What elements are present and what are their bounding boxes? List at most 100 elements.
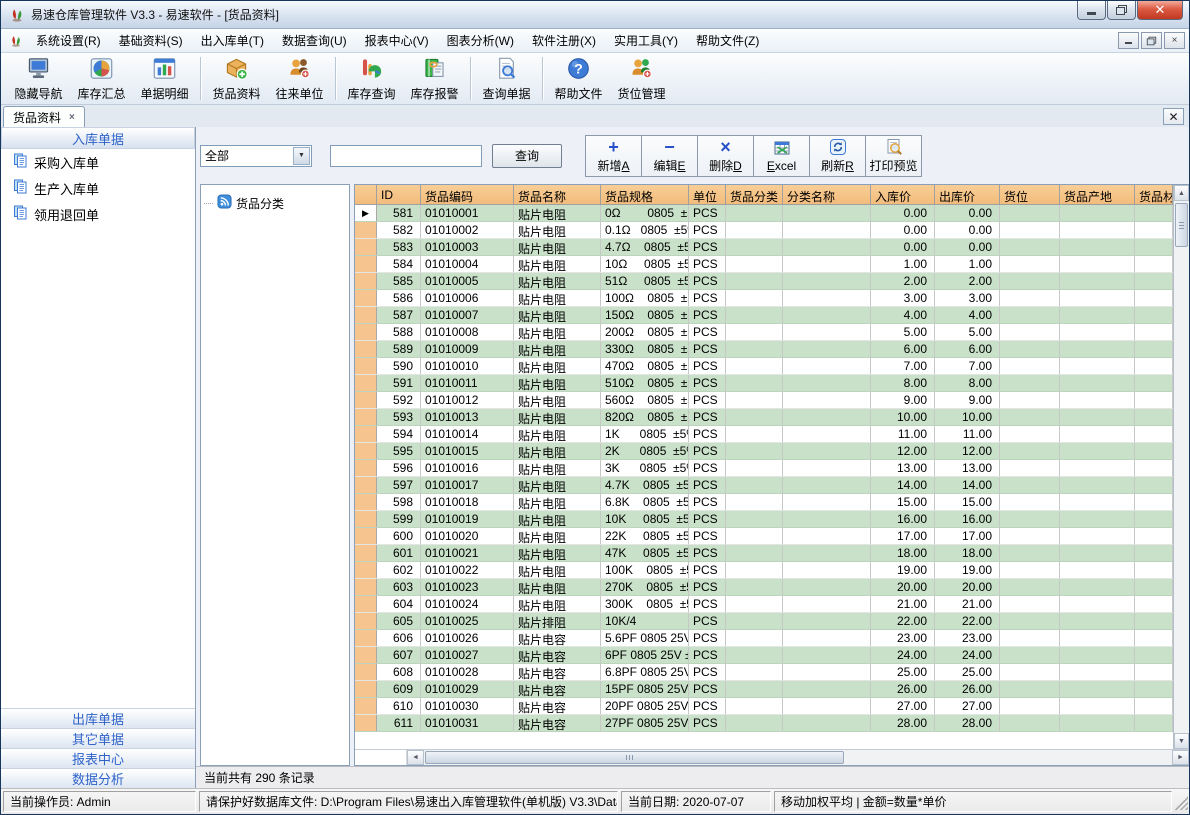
row-selector[interactable] bbox=[355, 477, 377, 493]
sidebar-section-data-analysis[interactable]: 数据分析 bbox=[1, 768, 195, 788]
tabstrip-close-button[interactable]: ✕ bbox=[1163, 108, 1184, 125]
row-selector[interactable] bbox=[355, 528, 377, 544]
resize-grip-icon[interactable] bbox=[1175, 793, 1188, 810]
sidebar-item-purchase-inbound[interactable]: 采购入库单 bbox=[1, 149, 195, 175]
table-row[interactable]: 58401010004贴片电阻10Ω 0805 ±5%PCS1.001.00 bbox=[355, 256, 1173, 273]
table-row[interactable]: 58701010007贴片电阻150Ω 0805 ±5%PCS4.004.00 bbox=[355, 307, 1173, 324]
action-button-edit[interactable]: −编辑E bbox=[641, 135, 698, 177]
minimize-button[interactable] bbox=[1077, 1, 1106, 20]
horizontal-scrollbar[interactable]: ◄ ► bbox=[355, 749, 1189, 765]
row-selector[interactable] bbox=[355, 647, 377, 663]
horizontal-scrollbar-track[interactable] bbox=[424, 750, 1172, 765]
action-button-print-preview[interactable]: 打印预览 bbox=[865, 135, 922, 177]
table-row[interactable]: 60401010024贴片电阻300K 0805 ±5%PCS21.0021.0… bbox=[355, 596, 1173, 613]
table-row[interactable]: ▶58101010001贴片电阻0Ω 0805 ±5%PCS0.000.00 bbox=[355, 205, 1173, 222]
menu-item-in-out-orders[interactable]: 出入库单(T) bbox=[192, 28, 273, 53]
sidebar-item-production-inbound[interactable]: 生产入库单 bbox=[1, 175, 195, 201]
mdi-close-button[interactable]: × bbox=[1164, 32, 1185, 49]
row-selector[interactable] bbox=[355, 562, 377, 578]
row-selector[interactable] bbox=[355, 426, 377, 442]
menu-item-help-files[interactable]: 帮助文件(Z) bbox=[687, 28, 768, 53]
row-selector[interactable] bbox=[355, 579, 377, 595]
table-row[interactable]: 60301010023贴片电阻270K 0805 ±5%PCS20.0020.0… bbox=[355, 579, 1173, 596]
action-button-refresh[interactable]: 刷新R bbox=[809, 135, 866, 177]
toolbar-button-location-mgmt[interactable]: 货位管理 bbox=[610, 54, 673, 103]
grid-column-header[interactable]: 单位 bbox=[689, 185, 726, 205]
table-row[interactable]: 60501010025贴片排阻10K/4PCS22.0022.00 bbox=[355, 613, 1173, 630]
row-selector[interactable] bbox=[355, 273, 377, 289]
table-row[interactable]: 61101010031贴片电容27PF 0805 25V ±2PCS28.002… bbox=[355, 715, 1173, 732]
grid-column-header[interactable]: 出库价 bbox=[935, 185, 1000, 205]
toolbar-button-stock-query[interactable]: 库存查询 bbox=[340, 54, 403, 103]
row-selector[interactable] bbox=[355, 681, 377, 697]
row-selector[interactable] bbox=[355, 494, 377, 510]
table-row[interactable]: 59801010018贴片电阻6.8K 0805 ±5%PCS15.0015.0… bbox=[355, 494, 1173, 511]
scroll-up-icon[interactable]: ▲ bbox=[1174, 185, 1189, 201]
grid-column-header[interactable]: 货品材质 bbox=[1135, 185, 1173, 205]
close-button[interactable]: ✕ bbox=[1137, 1, 1183, 20]
grid-column-header[interactable]: 货品名称 bbox=[514, 185, 601, 205]
table-row[interactable]: 60001010020贴片电阻22K 0805 ±5%PCS17.0017.00 bbox=[355, 528, 1173, 545]
grid-column-header[interactable]: 货品编码 bbox=[421, 185, 514, 205]
scroll-down-icon[interactable]: ▼ bbox=[1174, 733, 1189, 749]
row-selector[interactable] bbox=[355, 222, 377, 238]
horizontal-scrollbar-thumb[interactable] bbox=[425, 751, 844, 764]
row-selector[interactable] bbox=[355, 358, 377, 374]
toolbar-button-stock-summary[interactable]: 库存汇总 bbox=[70, 54, 133, 103]
toolbar-button-partners[interactable]: 往来单位 bbox=[268, 54, 331, 103]
row-selector[interactable] bbox=[355, 664, 377, 680]
toolbar-button-doc-detail[interactable]: 单据明细 bbox=[133, 54, 196, 103]
row-selector[interactable] bbox=[355, 341, 377, 357]
row-selector[interactable] bbox=[355, 375, 377, 391]
table-row[interactable]: 59301010013贴片电阻820Ω 0805 ±5%PCS10.0010.0… bbox=[355, 409, 1173, 426]
vertical-scrollbar-track[interactable] bbox=[1174, 249, 1189, 733]
vertical-scrollbar-thumb[interactable] bbox=[1175, 203, 1188, 247]
menu-item-chart-analysis[interactable]: 图表分析(W) bbox=[438, 28, 523, 53]
row-selector[interactable] bbox=[355, 596, 377, 612]
row-selector[interactable] bbox=[355, 290, 377, 306]
row-selector[interactable] bbox=[355, 239, 377, 255]
menu-item-base-data[interactable]: 基础资料(S) bbox=[110, 28, 192, 53]
table-row[interactable]: 60801010028贴片电容6.8PF 0805 25V ±2PCS25.00… bbox=[355, 664, 1173, 681]
row-selector[interactable] bbox=[355, 409, 377, 425]
row-selector[interactable] bbox=[355, 307, 377, 323]
toolbar-button-query-docs[interactable]: 查询单据 bbox=[475, 54, 538, 103]
toolbar-button-goods-info[interactable]: 货品资料 bbox=[205, 54, 268, 103]
table-row[interactable]: 61001010030贴片电容20PF 0805 25V ±2PCS27.002… bbox=[355, 698, 1173, 715]
scroll-left-icon[interactable]: ◄ bbox=[407, 750, 424, 765]
table-row[interactable]: 59001010010贴片电阻470Ω 0805 ±5%PCS7.007.00 bbox=[355, 358, 1173, 375]
menu-item-report-center[interactable]: 报表中心(V) bbox=[356, 28, 438, 53]
table-row[interactable]: 59501010015贴片电阻2K 0805 ±5%PCS12.0012.00 bbox=[355, 443, 1173, 460]
row-selector[interactable] bbox=[355, 324, 377, 340]
table-row[interactable]: 60101010021贴片电阻47K 0805 ±5%PCS18.0018.00 bbox=[355, 545, 1173, 562]
sidebar-section-outbound-docs[interactable]: 出库单据 bbox=[1, 708, 195, 728]
row-selector[interactable] bbox=[355, 256, 377, 272]
grid-column-header[interactable]: ID bbox=[377, 185, 421, 205]
sidebar-header-inbound[interactable]: 入库单据 bbox=[1, 127, 195, 149]
action-button-excel[interactable]: Excel bbox=[753, 135, 810, 177]
menu-item-software-register[interactable]: 软件注册(X) bbox=[523, 28, 605, 53]
sidebar-section-report-center[interactable]: 报表中心 bbox=[1, 748, 195, 768]
grid-column-header[interactable]: 货品规格 bbox=[601, 185, 689, 205]
scroll-right-icon[interactable]: ► bbox=[1172, 750, 1189, 765]
table-row[interactable]: 59601010016贴片电阻3K 0805 ±5%PCS13.0013.00 bbox=[355, 460, 1173, 477]
table-row[interactable]: 58901010009贴片电阻330Ω 0805 ±5%PCS6.006.00 bbox=[355, 341, 1173, 358]
grid-column-header[interactable]: 分类名称 bbox=[783, 185, 871, 205]
table-row[interactable]: 59201010012贴片电阻560Ω 0805 ±5%PCS9.009.00 bbox=[355, 392, 1173, 409]
row-selector[interactable] bbox=[355, 511, 377, 527]
table-row[interactable]: 60601010026贴片电容5.6PF 0805 25V ±2PCS23.00… bbox=[355, 630, 1173, 647]
table-row[interactable]: 59401010014贴片电阻1K 0805 ±5%PCS11.0011.00 bbox=[355, 426, 1173, 443]
row-selector[interactable] bbox=[355, 698, 377, 714]
tree-node-goods-category[interactable]: 货品分类 bbox=[204, 194, 349, 212]
row-selector[interactable]: ▶ bbox=[355, 205, 377, 221]
row-selector[interactable] bbox=[355, 545, 377, 561]
table-row[interactable]: 59901010019贴片电阻10K 0805 ±5%PCS16.0016.00 bbox=[355, 511, 1173, 528]
toolbar-button-stock-alert[interactable]: 库存报警 bbox=[403, 54, 466, 103]
restore-button[interactable] bbox=[1107, 1, 1136, 20]
category-combobox[interactable]: 全部 ▼ bbox=[200, 145, 312, 167]
table-row[interactable]: 60901010029贴片电容15PF 0805 25V ±2PCS26.002… bbox=[355, 681, 1173, 698]
row-selector[interactable] bbox=[355, 392, 377, 408]
menu-item-data-query[interactable]: 数据查询(U) bbox=[273, 28, 356, 53]
sidebar-section-other-docs[interactable]: 其它单据 bbox=[1, 728, 195, 748]
table-row[interactable]: 60701010027贴片电容6PF 0805 25V ±2PCS24.0024… bbox=[355, 647, 1173, 664]
